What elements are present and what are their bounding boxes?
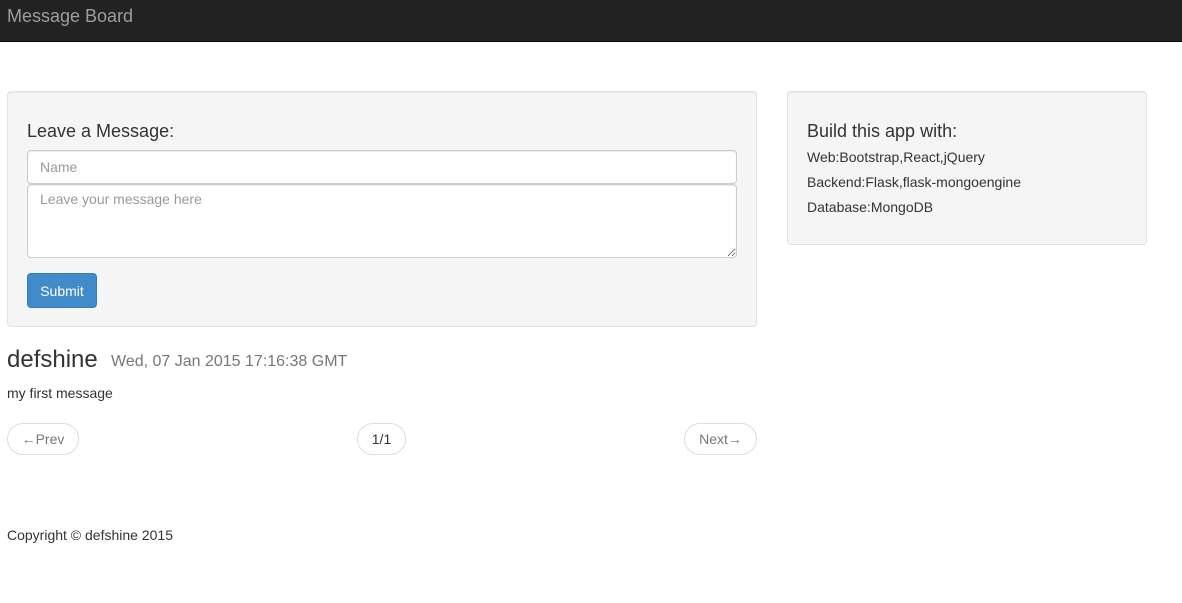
navbar: Message Board — [0, 0, 1182, 42]
message-date: Wed, 07 Jan 2015 17:16:38 GMT — [111, 353, 348, 370]
info-line-web: Web:Bootstrap,React,jQuery — [807, 149, 985, 165]
message-form-panel: Leave a Message: Submit — [7, 91, 757, 327]
name-input[interactable] — [27, 150, 737, 184]
message-body: my first message — [7, 385, 113, 401]
submit-button[interactable]: Submit — [27, 273, 97, 308]
footer-copyright: Copyright © defshine 2015 — [7, 527, 173, 543]
message-author: defshine — [7, 346, 98, 373]
info-line-database: Database:MongoDB — [807, 199, 934, 215]
info-heading: Build this app with: — [807, 121, 958, 141]
info-line-backend: Backend:Flask,flask-mongoengine — [807, 174, 1022, 190]
navbar-brand[interactable]: Message Board — [7, 6, 133, 26]
message-textarea[interactable] — [27, 184, 737, 258]
next-button[interactable]: Next→ — [684, 423, 757, 455]
info-panel: Build this app with: Web:Bootstrap,React… — [787, 91, 1147, 245]
prev-button[interactable]: ←Prev — [7, 423, 79, 455]
page-indicator: 1/1 — [357, 423, 406, 455]
form-heading: Leave a Message: — [27, 121, 175, 141]
